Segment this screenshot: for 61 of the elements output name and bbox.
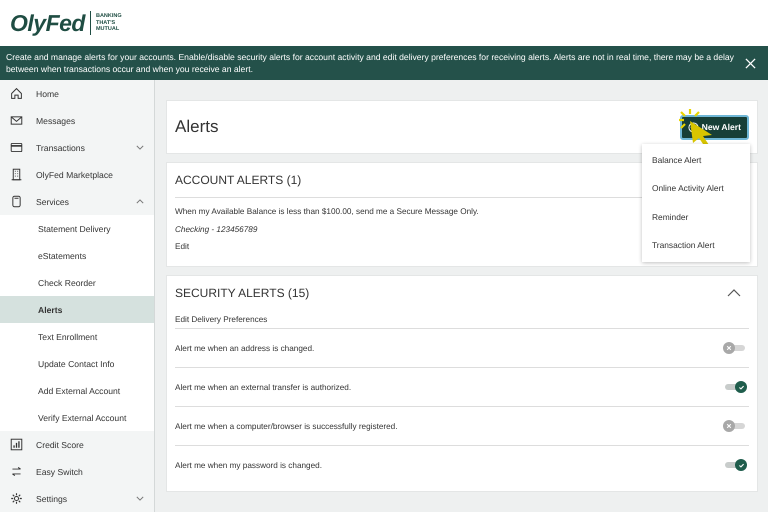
edit-preferences-link[interactable]: Edit Delivery Preferences — [175, 310, 749, 329]
alert-label: Alert me when an external transfer is authorized. — [175, 382, 352, 392]
nav-label: Transactions — [36, 142, 86, 152]
menu-item[interactable]: Online Activity Alert — [642, 174, 750, 202]
phone-icon — [10, 195, 23, 208]
nav-label: Messages — [36, 116, 76, 126]
chevron-down-icon[interactable] — [136, 145, 144, 150]
nav-label: Credit Score — [36, 440, 85, 450]
edit-link[interactable]: Edit — [175, 238, 190, 256]
alert-label: Alert me when an address is changed. — [175, 344, 314, 352]
sidebar-item[interactable]: eStatements — [0, 242, 154, 269]
arrows-icon — [10, 465, 23, 478]
sidebar-item[interactable]: Services — [0, 188, 154, 215]
nav-label: Easy Switch — [36, 466, 84, 476]
menu-item[interactable]: Reminder — [642, 202, 750, 231]
close-icon[interactable] — [745, 58, 756, 68]
sidebar-item[interactable]: Alerts — [0, 296, 154, 323]
nav-label: OlyFed Marketplace — [36, 170, 114, 180]
sidebar-item[interactable]: Update Contact Info — [0, 350, 154, 377]
sidebar-item[interactable]: Text Enrollment — [0, 323, 154, 350]
sidebar-item[interactable]: Add External Account — [0, 377, 154, 404]
menu-item[interactable]: Transaction Alert — [642, 231, 750, 260]
page-title: Alerts — [175, 117, 218, 137]
sidebar-item[interactable]: Easy Switch — [0, 458, 154, 485]
logo-wordmark: OlyFed — [10, 10, 85, 36]
sidebar-item[interactable]: Statement Delivery — [0, 215, 154, 242]
credit-card-icon — [10, 141, 23, 154]
sidebar-item[interactable]: Settings — [0, 485, 154, 512]
nav-label: Home — [36, 88, 60, 98]
alert-label: Alert me when my password is changed. — [175, 460, 322, 470]
sidebar-item[interactable]: Home — [0, 80, 154, 107]
toggle-switch[interactable] — [723, 420, 747, 432]
chevron-up-icon[interactable] — [136, 199, 144, 204]
toggle-switch[interactable] — [723, 342, 747, 354]
building-icon — [10, 168, 23, 181]
menu-item[interactable]: Balance Alert — [642, 146, 750, 174]
sidebar-item[interactable]: Credit Score — [0, 431, 154, 458]
banner-text: Create and manage alerts for your accounts. Enable/disable security alerts for account activity and edit delivery preferences for receiving alerts. Alerts are not in real time, there may be a delay between when transactions occur and when you receive an alert. — [6, 50, 735, 76]
settings-icon — [10, 492, 23, 505]
check-icon — [738, 462, 744, 468]
nav-label: Settings — [36, 494, 68, 504]
x-icon — [726, 423, 732, 429]
envelope-icon — [10, 114, 23, 127]
sidebar-item[interactable]: Check Reorder — [0, 269, 154, 296]
toggle-switch[interactable] — [723, 459, 747, 471]
alert-text: When my Available Balance is less than $100.00, send me a Secure Message Only. — [175, 206, 479, 218]
sidebar-item[interactable]: OlyFed Marketplace — [0, 161, 154, 188]
chevron-down-icon[interactable] — [136, 496, 144, 501]
sidebar-item[interactable]: Verify External Account — [0, 404, 154, 431]
account-text: Checking - 123456789 — [175, 224, 258, 236]
section-title: SECURITY ALERTS (15) — [175, 286, 310, 300]
sidebar-item[interactable]: Transactions — [0, 134, 154, 161]
sidebar-item[interactable]: Messages — [0, 107, 154, 134]
bar-chart-icon — [10, 438, 23, 451]
check-icon — [738, 384, 744, 390]
home-icon — [10, 87, 23, 100]
chevron-up-icon[interactable] — [727, 289, 741, 297]
toggle-switch[interactable] — [723, 381, 747, 393]
nav-label: Services — [36, 196, 70, 206]
x-icon — [726, 345, 732, 351]
alert-label: Alert me when a computer/browser is successfully registered. — [175, 422, 398, 430]
